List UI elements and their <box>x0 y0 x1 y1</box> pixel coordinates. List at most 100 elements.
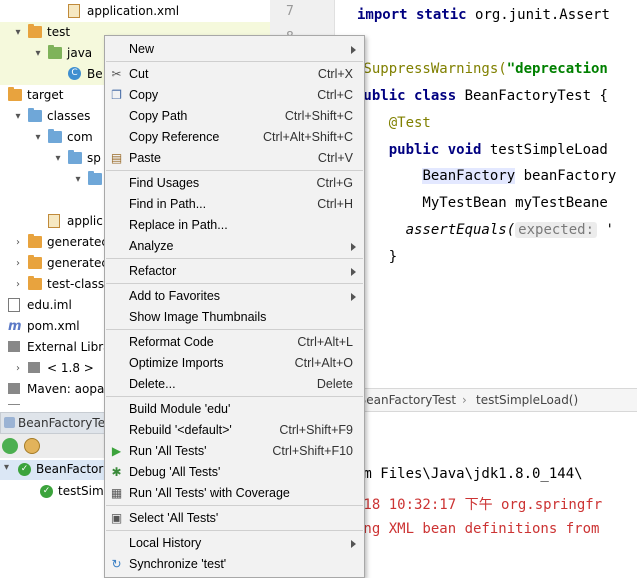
code-editor[interactable]: import static org.junit.Assert @SuppressW… <box>335 0 637 388</box>
submenu-arrow-icon <box>351 243 356 251</box>
code-token: public void <box>355 142 490 158</box>
menu-separator <box>106 396 363 397</box>
breadcrumb-class[interactable]: BeanFactoryTest <box>358 389 456 411</box>
menu-item-select-all-tests[interactable]: ▣ Select 'All Tests' <box>105 508 364 529</box>
menu-item-shortcut: Ctrl+Alt+O <box>294 356 353 370</box>
folder-icon <box>28 24 42 38</box>
chevron-right-icon[interactable]: › <box>12 253 24 274</box>
submenu-arrow-icon <box>351 540 356 548</box>
test-results-tree: ▾ ✓ BeanFactor ✓ testSim <box>0 458 106 577</box>
run-tab[interactable]: BeanFactoryTest <box>0 412 116 434</box>
ignored-filter-icon[interactable] <box>24 438 40 454</box>
menu-item-local-history[interactable]: Local History <box>105 533 364 554</box>
menu-item-label: Add to Favorites <box>129 289 221 303</box>
menu-item-rebuild-default[interactable]: Rebuild '<default>' Ctrl+Shift+F9 <box>105 420 364 441</box>
menu-item-label: Replace in Path... <box>129 218 228 232</box>
menu-item-label: Local History <box>129 536 202 550</box>
menu-item-reformat-code[interactable]: Reformat Code Ctrl+Alt+L <box>105 332 364 353</box>
menu-item-build-module-edu[interactable]: Build Module 'edu' <box>105 399 364 420</box>
paste-icon: ▤ <box>110 151 123 165</box>
chevron-down-icon[interactable]: ▾ <box>52 148 64 169</box>
menu-item-shortcut: Ctrl+Alt+Shift+C <box>263 130 353 144</box>
tree-item[interactable]: application.xml <box>0 1 270 22</box>
menu-item-synchronize-test[interactable]: ↻ Synchronize 'test' <box>105 554 364 575</box>
chevron-down-icon[interactable]: ▾ <box>4 462 9 473</box>
console-line: ing XML bean definitions from <box>355 521 600 537</box>
menu-item-copy-reference[interactable]: Copy Reference Ctrl+Alt+Shift+C <box>105 127 364 148</box>
menu-item-find-usages[interactable]: Find Usages Ctrl+G <box>105 173 364 194</box>
test-row-suite[interactable]: ▾ ✓ BeanFactor <box>0 460 106 480</box>
menu-item-shortcut: Ctrl+H <box>317 197 353 211</box>
menu-separator <box>106 283 363 284</box>
menu-item-paste[interactable]: ▤ Paste Ctrl+V <box>105 148 364 169</box>
menu-item-shortcut: Ctrl+G <box>316 176 353 190</box>
menu-item-label: Select 'All Tests' <box>129 511 219 525</box>
menu-item-refactor[interactable]: Refactor <box>105 261 364 282</box>
tree-item-label: Maven: aopa <box>27 382 105 396</box>
code-token: org.junit.Assert <box>475 7 610 23</box>
tree-item-label: pom.xml <box>27 319 80 333</box>
menu-item-shortcut: Ctrl+Alt+L <box>297 335 353 349</box>
copy-icon: ❐ <box>111 88 122 102</box>
menu-item-new[interactable]: New <box>105 39 364 60</box>
submenu-arrow-icon <box>351 268 356 276</box>
chevron-right-icon[interactable]: › <box>12 232 24 253</box>
sync-icon: ↻ <box>111 557 122 571</box>
menu-item-label: Rebuild '<default>' <box>129 423 232 437</box>
menu-item-shortcut: Delete <box>316 377 353 391</box>
code-line: @SuppressWarnings("deprecation <box>355 59 608 79</box>
menu-item-label: Copy Path <box>129 109 188 123</box>
menu-item-shortcut: Ctrl+C <box>317 88 353 102</box>
tree-item-label: test <box>47 25 71 39</box>
menu-item-cut[interactable]: ✂ Cut Ctrl+X <box>105 64 364 85</box>
chevron-down-icon[interactable]: ▾ <box>32 127 44 148</box>
menu-item-replace-in-path[interactable]: Replace in Path... <box>105 215 364 236</box>
code-line: public void testSimpleLoad <box>355 140 608 160</box>
menu-item-shortcut: Ctrl+V <box>317 151 353 165</box>
test-row-method[interactable]: ✓ testSim <box>0 482 106 502</box>
chevron-down-icon[interactable]: ▾ <box>72 169 84 190</box>
menu-item-find-in-path[interactable]: Find in Path... Ctrl+H <box>105 194 364 215</box>
code-token: import static <box>357 7 476 23</box>
menu-item-optimize-imports[interactable]: Optimize Imports Ctrl+Alt+O <box>105 353 364 374</box>
chevron-down-icon[interactable]: ▾ <box>12 106 24 127</box>
library-icon <box>8 341 20 352</box>
menu-item-copy-path[interactable]: Copy Path Ctrl+Shift+C <box>105 106 364 127</box>
menu-item-analyze[interactable]: Analyze <box>105 236 364 257</box>
code-token: MyTestBean myTestBeane <box>355 195 608 211</box>
chevron-down-icon[interactable]: ▾ <box>12 22 24 43</box>
menu-item-run-all-tests-with-coverage[interactable]: ▦ Run 'All Tests' with Coverage <box>105 483 364 504</box>
chevron-right-icon[interactable]: › <box>12 358 24 379</box>
menu-item-show-image-thumbnails[interactable]: Show Image Thumbnails <box>105 307 364 328</box>
run-icon: ▶ <box>111 444 122 458</box>
chevron-right-icon[interactable]: › <box>12 274 24 295</box>
menu-item-run-all-tests[interactable]: ▶ Run 'All Tests' Ctrl+Shift+F10 <box>105 441 364 462</box>
menu-item-debug-all-tests[interactable]: ✱ Debug 'All Tests' <box>105 462 364 483</box>
passed-filter-icon[interactable] <box>2 438 18 454</box>
chevron-down-icon[interactable]: ▾ <box>32 43 44 64</box>
test-source-folder-icon <box>48 45 62 59</box>
run-tab-label: BeanFactoryTest <box>18 416 117 430</box>
folder-icon <box>88 171 102 185</box>
xml-file-icon <box>68 4 80 18</box>
menu-item-delete[interactable]: Delete... Delete <box>105 374 364 395</box>
menu-item-label: New <box>129 42 155 56</box>
tree-item-label: edu.iml <box>27 298 72 312</box>
code-line: @Test <box>355 113 431 133</box>
menu-item-copy[interactable]: ❐ Copy Ctrl+C <box>105 85 364 106</box>
menu-item-add-to-favorites[interactable]: Add to Favorites <box>105 286 364 307</box>
select-icon: ▣ <box>110 511 123 525</box>
folder-icon <box>68 150 82 164</box>
folder-icon <box>8 87 22 101</box>
context-menu: New ✂ Cut Ctrl+X ❐ Copy Ctrl+C Copy Path Ctrl+Sh… <box>104 35 365 578</box>
test-method-label: testSim <box>58 484 104 498</box>
tree-item-label: generatec <box>47 256 108 270</box>
debug-icon: ✱ <box>111 465 122 479</box>
folder-icon <box>28 108 42 122</box>
breadcrumb-method[interactable]: testSimpleLoad() <box>476 389 578 411</box>
console-output[interactable]: am Files\Java\jdk1.8.0_144\ 018 10:32:17… <box>355 440 637 577</box>
menu-separator <box>106 170 363 171</box>
tree-item-label: Be <box>87 67 103 81</box>
folder-icon <box>48 129 62 143</box>
tree-item-label: com <box>67 130 93 144</box>
